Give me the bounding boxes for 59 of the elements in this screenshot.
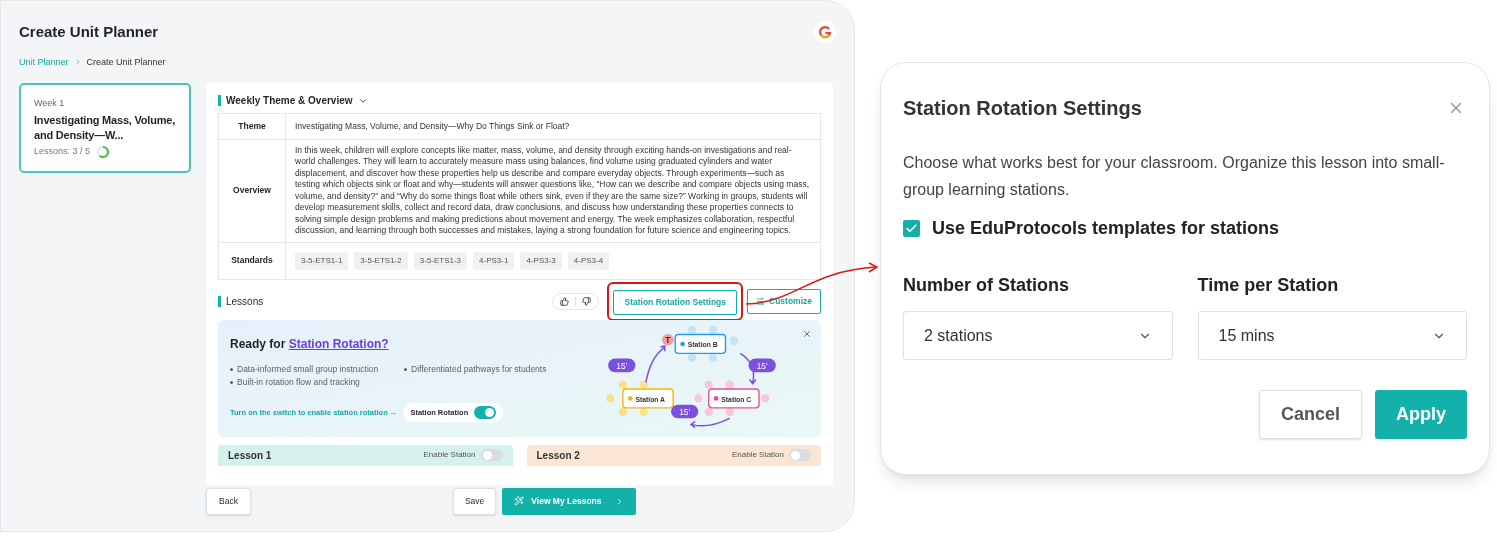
feature-bullet: Built-in rotation flow and tracking (237, 375, 360, 389)
week-label: Week 1 (34, 97, 66, 110)
check-icon (905, 222, 918, 235)
rotation-arrow (690, 417, 731, 429)
row-label: Overview (233, 184, 271, 198)
toggle-switch[interactable] (474, 405, 497, 419)
standard-tag: 3-5-ETS1-3 (413, 251, 468, 270)
row-label: Standards (231, 254, 273, 268)
progress-ring (96, 144, 111, 159)
duration-pill: 15' (748, 358, 776, 372)
row-value: Investigating Mass, Volume, and Density—Why Do Things Sink or Float? (295, 120, 570, 133)
field-label: Number of Stations (903, 274, 1070, 297)
lesson-card[interactable]: Lesson 1 Enable Station (218, 444, 513, 466)
toggle-label: Enable Station (423, 449, 476, 462)
thumbs-down-icon[interactable] (582, 297, 592, 307)
week-title: Investigating Mass, Volume, and Density—W... (34, 112, 176, 143)
magic-wand-icon (514, 496, 525, 507)
select-field[interactable]: 15 mins (1197, 311, 1467, 360)
page-title: Create Unit Planner (19, 22, 160, 42)
rotation-arrow (645, 345, 666, 384)
feature-bullet: Data-informed small group instruction (237, 362, 379, 376)
standard-tag: 4-PS3-3 (520, 251, 562, 270)
checkbox[interactable] (903, 220, 920, 237)
duration-pill: 15' (671, 404, 699, 419)
app-logo-icon[interactable] (814, 21, 836, 43)
standard-tag: 3-5-ETS1-2 (354, 251, 408, 270)
section-marker (218, 296, 221, 308)
close-icon[interactable] (802, 328, 812, 339)
lesson-title: Lesson 1 (228, 448, 272, 463)
banner-title: Ready for Station Rotation? (230, 335, 390, 353)
modal-title: Station Rotation Settings (903, 96, 1142, 121)
toggle-switch[interactable] (789, 449, 811, 462)
week-card[interactable]: Week 1 Investigating Mass, Volume, and Density—W... Lessons: 3 / 5 (19, 83, 191, 173)
row-label: Theme (238, 120, 266, 133)
lesson-title: Lesson 2 (536, 448, 580, 463)
select-field[interactable]: 2 stations (903, 311, 1173, 360)
breadcrumb-current: Create Unit Planner (86, 55, 166, 69)
section-title: Weekly Theme & Overview (226, 94, 353, 108)
thumbs-up-icon[interactable] (560, 297, 570, 307)
lesson-card[interactable]: Lesson 2 Enable Station (526, 444, 821, 466)
section-marker (218, 95, 221, 106)
lesson-progress: Lessons: 3 / 5 (34, 144, 91, 158)
cancel-button[interactable]: Cancel (1258, 390, 1362, 439)
duration-pill: 15' (608, 358, 636, 372)
field-label: Time per Station (1197, 274, 1340, 297)
standard-tag: 4-PS3-4 (567, 251, 610, 270)
save-button[interactable]: Save (452, 488, 497, 515)
sliders-icon (756, 297, 765, 307)
modal-description: Choose what works best for your classroom. Organize this lesson into small-group learning stations. (903, 153, 1446, 200)
teacher-badge: T (662, 333, 674, 346)
standard-tag: 3-5-ETS1-1 (295, 251, 349, 270)
feature-bullet: Differentiated pathways for students (411, 362, 547, 376)
section-title: Lessons (226, 295, 264, 310)
row-value: In this week, children will explore concepts like matter, mass, volume, and density through exciting hands-on investigations and real-world challenges. They will learn to accurately measure mass using balances, find volume using graduated cylinders and water displacement, and discover how these properties help us describe and compare everyday objects. Through experiments—such as testing which objects sink or float and why—students will answer questions like, “How can we describe and compare objects using mass, volume, and density?” and “Why do some things float while others sink, even if they are the same size?” Working in groups, students will develop measurement skills, collect and record data, draw conclusions, and discuss how understanding these properties connects to solving simple design problems and making predictions about movement and energy. The week emphasizes collaboration, respectful discussion, and learning through both successes and mistakes, laying a strong foundation for future science and engineering topics. (295, 144, 811, 237)
back-button[interactable]: Back (206, 488, 251, 515)
standard-tag: 4-PS3-1 (473, 251, 515, 270)
toggle-switch[interactable] (480, 449, 503, 462)
checkbox-label: Use EduProtocols templates for stations (932, 217, 1280, 240)
toggle-label: Enable Station (731, 449, 784, 462)
